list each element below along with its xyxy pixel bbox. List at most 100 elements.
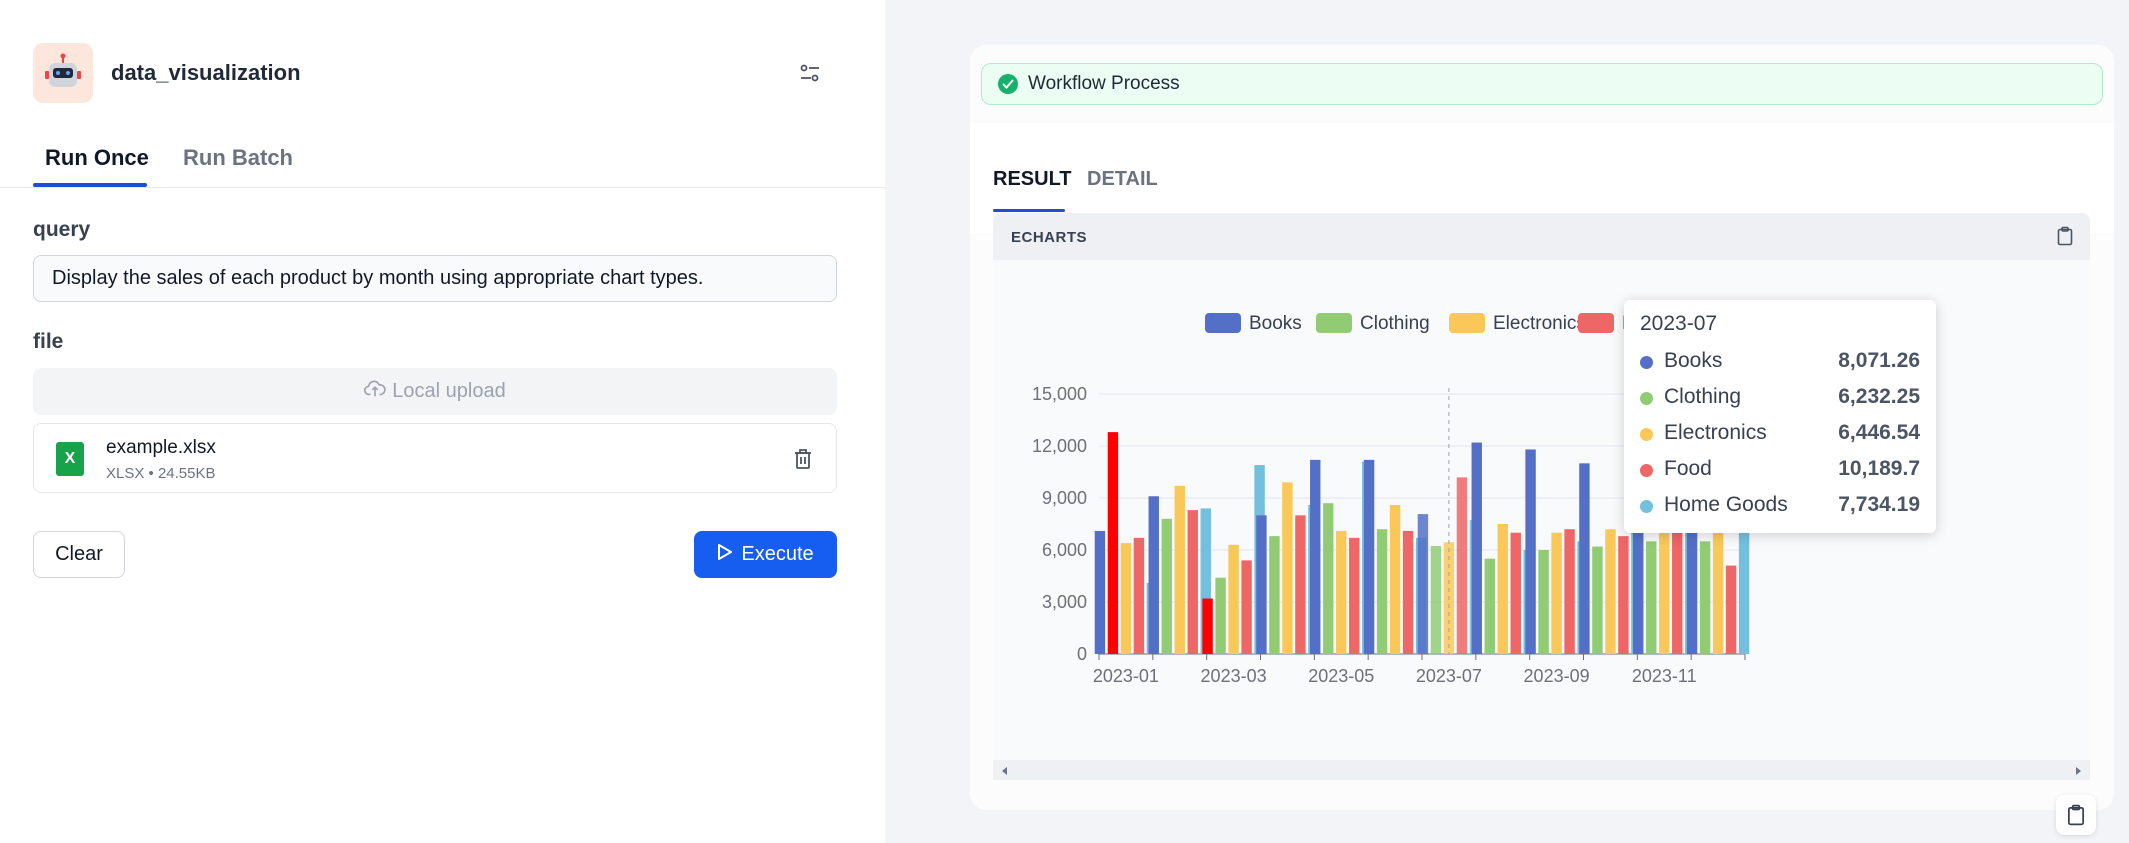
- tab-run-batch[interactable]: Run Batch: [183, 145, 293, 171]
- xlsx-file-icon: X: [56, 442, 84, 476]
- bar: [1323, 503, 1334, 654]
- echarts-header: ECHARTS: [993, 213, 2090, 260]
- local-upload-button[interactable]: Local upload: [33, 368, 837, 415]
- bar: [1430, 545, 1442, 654]
- query-label: query: [33, 218, 91, 241]
- bar: [1094, 530, 1106, 654]
- play-icon: [717, 543, 733, 567]
- right-panel: RESULT DETAIL Workflow Process ECHARTS B…: [885, 0, 2129, 843]
- bar: [1269, 536, 1280, 654]
- y-tick-label: 12,000: [1032, 436, 1087, 456]
- bar: [1592, 546, 1603, 654]
- tooltip-series-dot: [1640, 428, 1653, 441]
- tooltip-series-dot: [1640, 464, 1653, 477]
- tooltip-series-value: 7,734.19: [1838, 493, 1920, 516]
- workflow-banner-label: Workflow Process: [1028, 73, 1180, 94]
- bar: [1241, 560, 1252, 654]
- bar: [1376, 529, 1388, 654]
- highlight-bar: [1202, 598, 1213, 654]
- bar: [1349, 537, 1360, 654]
- bar: [1659, 527, 1670, 654]
- legend-swatch: [1578, 313, 1614, 333]
- tooltip-row: Food 10,189.7: [1640, 452, 1920, 488]
- legend-label: Clothing: [1360, 313, 1430, 334]
- bar: [1120, 543, 1132, 654]
- bar: [1605, 529, 1616, 654]
- bar: [1402, 530, 1414, 654]
- tooltip-row: Home Goods 7,734.19: [1640, 488, 1920, 524]
- y-tick-label: 15,000: [1032, 384, 1087, 404]
- tab-result[interactable]: RESULT: [993, 168, 1072, 191]
- tooltip-series-dot: [1640, 500, 1653, 513]
- echarts-label: ECHARTS: [1011, 229, 1088, 246]
- bar: [1228, 544, 1239, 654]
- bar: [1725, 565, 1737, 654]
- uploaded-file-item: X example.xlsx XLSX • 24.55KB: [33, 423, 837, 493]
- tooltip-row: Books 8,071.26: [1640, 344, 1920, 380]
- check-circle-icon: [998, 74, 1018, 94]
- bar: [1133, 537, 1145, 654]
- tooltip-series-name: Home Goods: [1664, 493, 1788, 516]
- bar: [1564, 529, 1575, 654]
- workflow-process-banner[interactable]: Workflow Process: [981, 63, 2103, 105]
- file-label: file: [33, 330, 64, 353]
- y-tick-label: 6,000: [1042, 540, 1087, 560]
- x-tick-label: 2023-03: [1201, 666, 1267, 686]
- bar: [1538, 550, 1549, 654]
- cloud-upload-icon: [364, 379, 386, 405]
- result-card: RESULT DETAIL Workflow Process ECHARTS B…: [970, 45, 2114, 810]
- bar: [1672, 532, 1683, 654]
- file-meta: XLSX • 24.55KB: [106, 465, 216, 482]
- upload-label: Local upload: [392, 380, 506, 402]
- bar: [1579, 463, 1590, 654]
- tooltip-series-dot: [1640, 356, 1653, 369]
- file-name: example.xlsx: [106, 437, 216, 458]
- app-header: data_visualization: [33, 43, 828, 103]
- tooltip-series-value: 8,071.26: [1838, 349, 1920, 372]
- tooltip-row: Clothing 6,232.25: [1640, 380, 1920, 416]
- x-tick-label: 2023-07: [1416, 666, 1482, 686]
- clipboard-icon[interactable]: [2054, 225, 2076, 247]
- x-tick-label: 2023-11: [1632, 666, 1697, 686]
- tooltip-series-name: Clothing: [1664, 385, 1742, 408]
- chevron-left-icon[interactable]: [999, 764, 1011, 776]
- y-tick-label: 9,000: [1042, 488, 1087, 508]
- execute-label: Execute: [741, 543, 814, 565]
- legend-swatch: [1205, 313, 1241, 333]
- legend-swatch: [1316, 313, 1352, 333]
- tooltip-series-value: 10,189.7: [1838, 457, 1920, 480]
- query-input[interactable]: [33, 255, 837, 302]
- settings-sliders-icon[interactable]: [792, 55, 828, 91]
- bar: [1497, 524, 1508, 654]
- tooltip-series-value: 6,446.54: [1838, 421, 1920, 444]
- bar: [1282, 482, 1293, 654]
- bar: [1646, 541, 1657, 654]
- legend-swatch: [1449, 313, 1485, 333]
- tab-run-once[interactable]: Run Once: [45, 145, 149, 171]
- bar: [1525, 449, 1536, 654]
- bar: [1471, 442, 1482, 654]
- tooltip-series-dot: [1640, 392, 1653, 405]
- y-tick-label: 0: [1077, 644, 1087, 664]
- bar: [1187, 510, 1198, 654]
- bar: [1148, 496, 1159, 654]
- bar: [1310, 459, 1321, 654]
- execute-button[interactable]: Execute: [694, 531, 837, 578]
- tabs-divider: [0, 187, 885, 188]
- bar: [1174, 485, 1185, 654]
- trash-icon[interactable]: [790, 446, 816, 472]
- bar: [1551, 532, 1562, 654]
- horizontal-scrollbar[interactable]: [993, 760, 2090, 780]
- legend-label: Books: [1249, 313, 1302, 334]
- clipboard-icon[interactable]: [2056, 795, 2096, 835]
- x-tick-label: 2023-05: [1308, 666, 1374, 686]
- bar: [1417, 514, 1429, 654]
- clear-button[interactable]: Clear: [33, 531, 125, 578]
- tooltip-series-value: 6,232.25: [1838, 385, 1920, 408]
- bar: [1484, 558, 1495, 654]
- tab-detail[interactable]: DETAIL: [1087, 168, 1158, 191]
- highlight-bar: [1107, 432, 1119, 654]
- x-tick-label: 2023-09: [1524, 666, 1590, 686]
- chevron-right-icon[interactable]: [2072, 764, 2084, 776]
- bar: [1699, 541, 1711, 654]
